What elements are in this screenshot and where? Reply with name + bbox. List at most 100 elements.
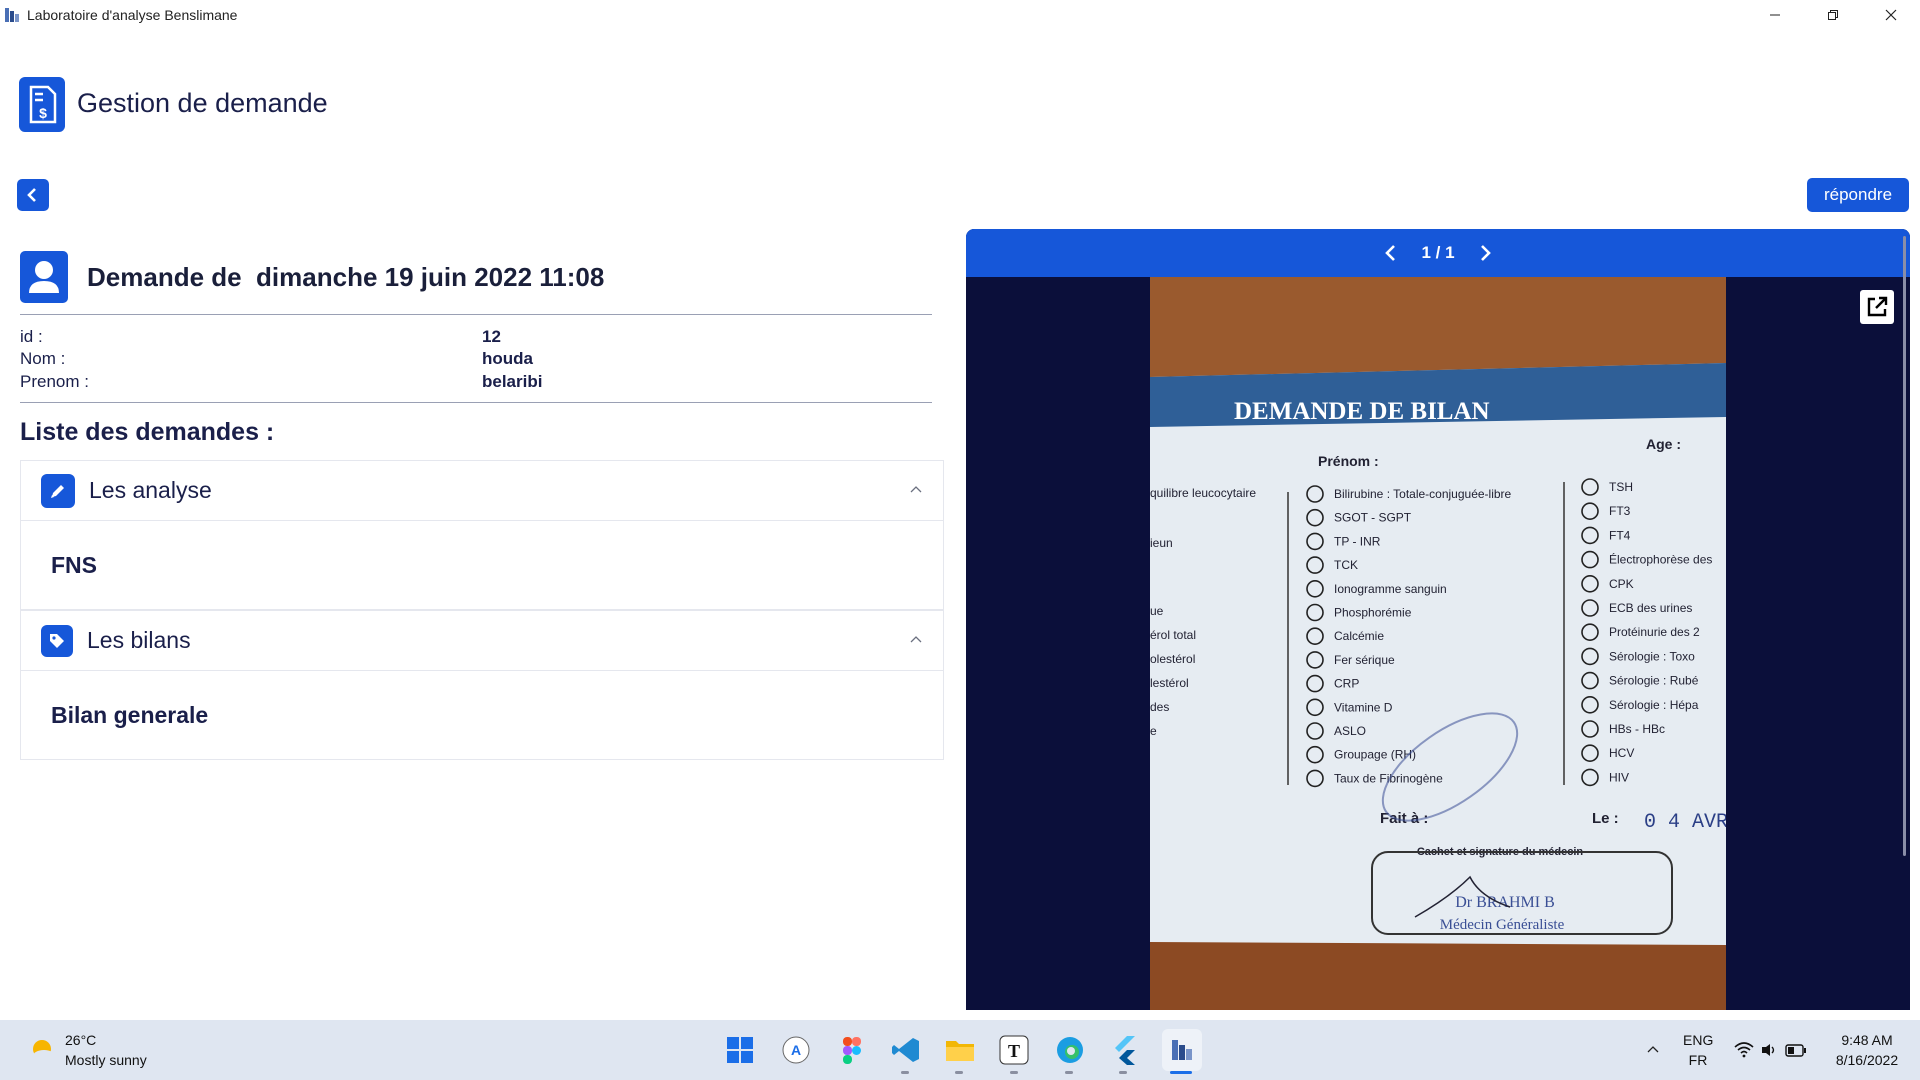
list-item: Bilan generale: [51, 701, 209, 728]
photo-right-item: CPK: [1609, 577, 1634, 591]
photo-middle-item: TP - INR: [1334, 534, 1381, 548]
page-indicator: 1 / 1: [1421, 243, 1455, 262]
svg-text:$: $: [39, 105, 47, 121]
id-label: id :: [20, 327, 43, 346]
nom-label: Nom :: [20, 349, 66, 368]
bilans-panel: Les bilans Bilan generale: [20, 610, 944, 760]
start-button[interactable]: [724, 1034, 756, 1066]
viewer-scrollbar[interactable]: [1903, 236, 1906, 856]
analyses-panel-header[interactable]: Les analyse: [21, 461, 943, 521]
clock-time[interactable]: 9:48 AM: [1822, 1032, 1912, 1048]
photo-right-item: HBs - HBc: [1609, 722, 1665, 736]
photo-right-item: Électrophorèse des: [1609, 552, 1712, 567]
taskbar-app-vscode[interactable]: [890, 1034, 922, 1066]
battery-icon[interactable]: [1785, 1044, 1807, 1057]
prenom-label: Prenom :: [20, 372, 89, 391]
photo-left-item: ue: [1150, 604, 1164, 618]
taskbar-app-edge[interactable]: [1054, 1034, 1086, 1066]
reply-button[interactable]: répondre: [1807, 178, 1909, 212]
user-icon: [20, 251, 68, 303]
photo-le-label: Le :: [1592, 810, 1619, 827]
flask-icon: [1172, 1040, 1192, 1060]
chevron-up-icon[interactable]: [909, 483, 923, 497]
wifi-icon[interactable]: [1734, 1042, 1754, 1058]
taskbar-app-file-explorer[interactable]: [944, 1034, 976, 1066]
folder-icon: [946, 1041, 974, 1061]
tag-icon: [41, 624, 73, 657]
prenom-value: belaribi: [482, 372, 543, 391]
photo-middle-item: Phosphorémie: [1334, 606, 1412, 620]
running-indicator: [955, 1071, 963, 1074]
close-button[interactable]: [1862, 0, 1920, 30]
title-bar: Laboratoire d'analyse Benslimane: [0, 0, 1920, 30]
keyboard-layout[interactable]: FR: [1683, 1052, 1713, 1068]
photo-stamp-title: Médecin Généraliste: [1440, 917, 1565, 933]
photo-middle-item: CRP: [1334, 677, 1359, 691]
chevron-right-icon[interactable]: [1477, 244, 1493, 262]
window-title: Laboratoire d'analyse Benslimane: [27, 7, 238, 23]
photo-left-item: quilibre leucocytaire: [1150, 486, 1256, 500]
photo-prenom-label: Prénom :: [1318, 453, 1379, 469]
page-title: Gestion de demande: [77, 88, 328, 118]
photo-left-item: des: [1150, 700, 1169, 714]
weather-temperature[interactable]: 26°C: [65, 1032, 96, 1048]
running-indicator: [1119, 1071, 1127, 1074]
external-link-icon: [1867, 296, 1888, 317]
photo-middle-item: Calcémie: [1334, 629, 1384, 643]
running-indicator: [1065, 1071, 1073, 1074]
prescription-photo: DEMANDE DE BILAN Prénom : Age : quilibre…: [1150, 277, 1726, 1010]
open-external-button[interactable]: [1860, 290, 1894, 324]
invoice-icon: $: [19, 77, 65, 132]
photo-middle-item: Vitamine D: [1334, 700, 1393, 714]
taskbar-app-figma[interactable]: [836, 1034, 868, 1066]
svg-text:T: T: [1008, 1041, 1020, 1061]
viewer-toolbar: 1 / 1: [966, 229, 1910, 277]
photo-right-item: Sérologie : Rubé: [1609, 674, 1699, 688]
analyses-panel-title: Les analyse: [89, 477, 212, 503]
taskbar-app-laboratoire[interactable]: [1162, 1029, 1202, 1071]
bilans-panel-title: Les bilans: [87, 627, 191, 653]
taskbar-app-wordpad[interactable]: A: [780, 1034, 812, 1066]
restore-icon: [1828, 10, 1838, 20]
photo-right-item: TSH: [1609, 480, 1633, 494]
nom-value: houda: [482, 349, 533, 368]
photo-stamp-name: Dr BRAHMI B: [1455, 894, 1555, 911]
chevron-up-icon[interactable]: [1646, 1043, 1660, 1057]
clock-date[interactable]: 8/16/2022: [1822, 1052, 1912, 1068]
close-icon: [1885, 9, 1897, 21]
photo-left-item: e: [1150, 724, 1157, 738]
edge-icon: [1057, 1037, 1083, 1063]
photo-right-item: Sérologie : Toxo: [1609, 649, 1695, 663]
list-item: FNS: [51, 551, 97, 578]
taskbar-app-flutter[interactable]: [1108, 1034, 1140, 1066]
photo-age-label: Age :: [1646, 436, 1681, 452]
chevron-left-icon[interactable]: [1383, 244, 1399, 262]
photo-middle-item: SGOT - SGPT: [1334, 511, 1412, 525]
volume-icon[interactable]: [1760, 1042, 1778, 1058]
running-indicator: [901, 1071, 909, 1074]
figma-icon: [843, 1037, 861, 1064]
photo-right-item: Protéinurie des 2: [1609, 625, 1700, 639]
divider: [20, 402, 932, 403]
chevron-up-icon[interactable]: [909, 633, 923, 647]
minimize-button[interactable]: [1746, 0, 1804, 30]
taskbar-app-typora[interactable]: T: [998, 1034, 1030, 1066]
photo-middle-item: Fer sérique: [1334, 653, 1395, 667]
vscode-icon: [892, 1038, 919, 1062]
photo-right-item: ECB des urines: [1609, 601, 1692, 615]
list-title: Liste des demandes :: [20, 418, 275, 446]
restore-button[interactable]: [1804, 0, 1862, 30]
photo-right-item: HIV: [1609, 770, 1629, 784]
weather-sun-icon[interactable]: [27, 1036, 57, 1066]
running-indicator: [1010, 1071, 1018, 1074]
chevron-left-icon: [27, 188, 36, 202]
language-indicator[interactable]: ENG: [1683, 1032, 1713, 1048]
bilans-panel-header[interactable]: Les bilans: [21, 611, 943, 671]
back-button[interactable]: [17, 179, 49, 211]
active-app-indicator: [1170, 1071, 1192, 1074]
pencil-icon: [41, 473, 75, 508]
photo-middle-item: Ionogramme sanguin: [1334, 582, 1447, 596]
photo-right-item: FT3: [1609, 504, 1631, 518]
photo-right-item: HCV: [1609, 746, 1634, 760]
weather-description[interactable]: Mostly sunny: [65, 1052, 147, 1068]
